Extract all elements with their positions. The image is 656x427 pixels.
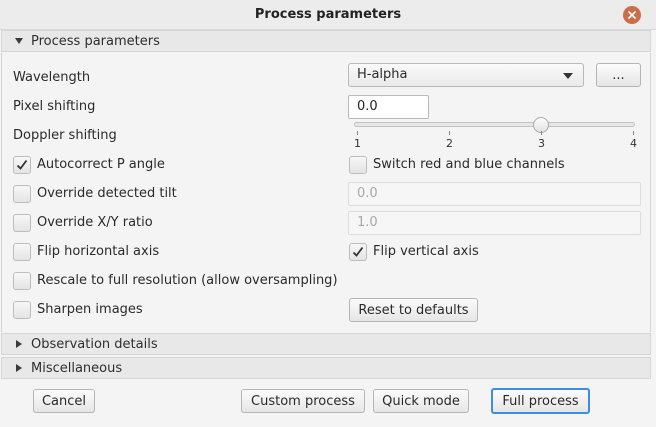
title-bar: Process parameters [0,0,656,30]
slider-tick-label: 2 [446,137,453,150]
slider-tick-label: 1 [354,137,361,150]
override-tilt-input[interactable]: 0.0 [348,182,641,206]
section-misc-label: Miscellaneous [31,360,123,376]
sharpen-label: Sharpen images [37,302,143,317]
slider-tick [633,131,634,135]
close-button[interactable] [623,6,641,24]
wavelength-select[interactable]: H-alpha [348,63,584,87]
switch-channels-checkbox[interactable] [349,156,367,174]
quick-mode-button[interactable]: Quick mode [373,389,469,413]
flip-vertical-label: Flip vertical axis [373,244,479,259]
override-tilt-label: Override detected tilt [37,186,177,201]
doppler-slider-track[interactable] [354,122,635,127]
collapsed-arrow-icon [16,364,22,372]
override-ratio-label: Override X/Y ratio [37,215,153,230]
autocorrect-label: Autocorrect P angle [37,157,165,172]
pixel-shifting-label: Pixel shifting [13,99,96,114]
custom-process-button[interactable]: Custom process [241,389,365,413]
doppler-shifting-label: Doppler shifting [13,128,117,143]
override-ratio-input[interactable]: 1.0 [348,211,641,235]
rescale-label: Rescale to full resolution (allow oversa… [37,273,338,288]
wavelength-selected-value: H-alpha [357,67,408,82]
slider-tick-label: 4 [630,137,637,150]
slider-tick [449,131,450,135]
rescale-checkbox[interactable] [13,272,31,290]
collapsed-arrow-icon [16,340,22,348]
section-observation-details[interactable]: Observation details [1,333,651,355]
checkmark-icon [16,159,28,170]
expanded-arrow-icon [15,38,23,44]
flip-horizontal-checkbox[interactable] [13,243,31,261]
flip-horizontal-label: Flip horizontal axis [37,244,160,259]
section-process-parameters[interactable]: Process parameters [1,30,651,52]
override-ratio-checkbox[interactable] [13,214,31,232]
slider-tick-label: 3 [538,137,545,150]
section-observation-label: Observation details [31,336,158,352]
slider-tick [357,131,358,135]
wavelength-label: Wavelength [13,70,91,85]
close-icon [628,11,636,19]
section-process-label: Process parameters [31,33,160,49]
autocorrect-checkbox[interactable] [13,156,31,174]
switch-channels-label: Switch red and blue channels [373,157,565,172]
slider-tick [541,131,542,135]
window-title: Process parameters [254,7,402,22]
checkmark-icon [352,246,364,257]
sharpen-checkbox[interactable] [13,301,31,319]
override-tilt-checkbox[interactable] [13,185,31,203]
wavelength-more-button[interactable]: ... [596,63,641,87]
cancel-button[interactable]: Cancel [33,389,95,413]
full-process-button[interactable]: Full process [491,388,590,414]
reset-defaults-button[interactable]: Reset to defaults [349,298,478,322]
flip-vertical-checkbox[interactable] [349,243,367,261]
chevron-down-icon [563,73,573,79]
pixel-shifting-input[interactable]: 0.0 [348,95,429,119]
section-miscellaneous[interactable]: Miscellaneous [1,357,651,379]
